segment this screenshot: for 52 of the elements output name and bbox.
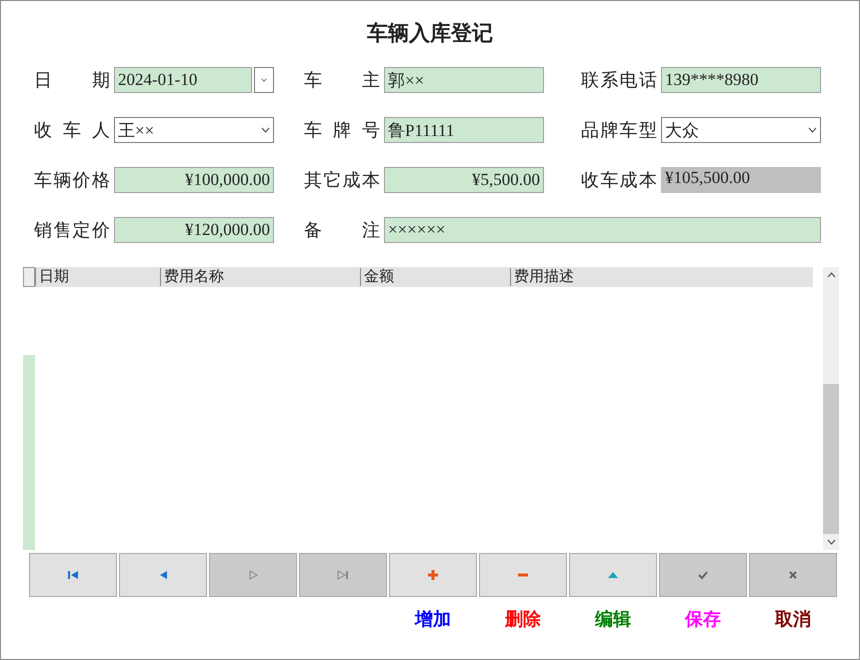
first-record-icon xyxy=(67,569,79,581)
action-label: 保存 xyxy=(684,608,722,631)
field-label: 备注 xyxy=(304,219,380,242)
caret-icon xyxy=(826,539,836,545)
field-label: 销售定价 xyxy=(34,219,110,242)
first-button[interactable] xyxy=(29,553,117,597)
field-label: 其它成本 xyxy=(304,169,380,192)
column-header[interactable]: 费用名称 xyxy=(160,268,360,286)
column-header[interactable]: 日期 xyxy=(35,268,160,286)
action-label: 删除 xyxy=(504,608,542,631)
dropdown-button[interactable] xyxy=(254,67,274,93)
field-label: 联系电话 xyxy=(581,69,657,92)
close-icon xyxy=(787,569,799,581)
field-label: 品牌车型 xyxy=(581,119,657,142)
window-title: 车辆入库登记 xyxy=(367,20,493,47)
next-icon xyxy=(247,569,259,581)
scroll-up-icon xyxy=(826,272,836,278)
input-field[interactable]: 鲁P11111 xyxy=(384,117,544,143)
scrollbar-thumb[interactable] xyxy=(823,384,839,534)
field-label: 车主 xyxy=(304,69,380,92)
column-header[interactable]: 金额 xyxy=(360,268,510,286)
edit-button[interactable] xyxy=(569,553,657,597)
caret-icon xyxy=(261,127,270,133)
input-field[interactable]: ¥5,500.00 xyxy=(384,167,544,193)
input-field[interactable]: ×××××× xyxy=(384,217,821,243)
field-label: 日期 xyxy=(34,69,110,92)
field-label: 收车人 xyxy=(34,119,110,142)
action-label: 编辑 xyxy=(594,608,632,631)
date-field[interactable]: 2024-01-10 xyxy=(114,67,252,93)
readonly-field: ¥105,500.00 xyxy=(661,167,821,193)
field-label: 收车成本 xyxy=(581,169,657,192)
field-label: 车辆价格 xyxy=(34,169,110,192)
dropdown-field[interactable]: 大众 xyxy=(661,117,821,143)
action-label: 取消 xyxy=(774,608,812,631)
add-button[interactable] xyxy=(389,553,477,597)
last-record-icon xyxy=(337,569,349,581)
input-field[interactable]: 郭×× xyxy=(384,67,544,93)
check-icon xyxy=(697,569,709,581)
add-icon xyxy=(427,569,439,581)
input-field[interactable]: 139****8980 xyxy=(661,67,821,93)
action-label: 增加 xyxy=(414,608,452,631)
input-field[interactable]: ¥100,000.00 xyxy=(114,167,274,193)
dropdown-field[interactable]: 王×× xyxy=(114,117,274,143)
delete-button[interactable] xyxy=(479,553,567,597)
caret-icon xyxy=(261,77,267,83)
column-header[interactable]: 费用描述 xyxy=(510,268,710,286)
field-label: 车牌号 xyxy=(304,119,380,142)
prev-button[interactable] xyxy=(119,553,207,597)
input-field[interactable]: ¥120,000.00 xyxy=(114,217,274,243)
caret-icon xyxy=(808,127,817,133)
row-selector[interactable] xyxy=(23,267,35,287)
scrollbar[interactable] xyxy=(823,267,839,550)
